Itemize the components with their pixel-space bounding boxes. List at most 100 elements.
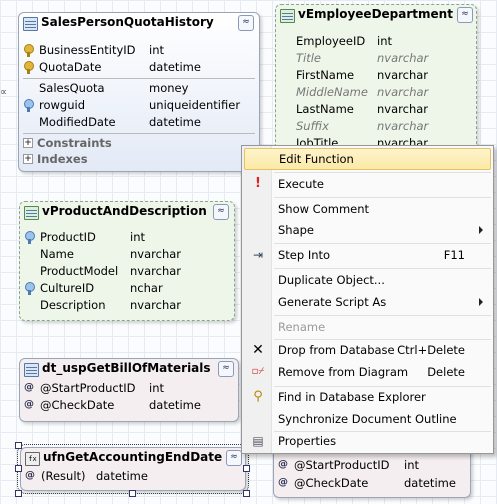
menu-item-synchronize-document-outline[interactable]: Synchronize Document Outline — [244, 409, 491, 429]
resize-handle[interactable] — [129, 490, 136, 497]
menu-item-drop-from-database[interactable]: ✕ Drop from Database Ctrl+Delete — [244, 340, 491, 360]
column-name: MiddleName — [296, 85, 368, 99]
column-name: rowguid — [39, 98, 85, 112]
column-row[interactable]: Title nvarchar — [276, 50, 476, 67]
menu-item-find-in-database-explorer[interactable]: ⚲ Find in Database Explorer — [244, 387, 491, 407]
parameter-row[interactable]: @ @StartProductID int — [20, 380, 238, 397]
menu-item-label: Find in Database Explorer — [278, 390, 426, 404]
column-name: CultureID — [40, 281, 95, 295]
resize-handle[interactable] — [15, 490, 22, 497]
column-row[interactable]: ProductModel nvarchar — [20, 263, 234, 280]
column-row[interactable]: Name nvarchar — [20, 246, 234, 263]
menu-item-shortcut: F11 — [443, 248, 465, 262]
column-type: int — [130, 230, 145, 244]
column-name: FirstName — [296, 68, 355, 82]
column-type: nvarchar — [377, 85, 429, 99]
menu-item-label: Generate Script As — [278, 295, 387, 309]
column-row[interactable]: EmployeeID int — [276, 33, 476, 50]
column-row[interactable]: Suffix nvarchar — [276, 118, 476, 135]
menu-item-label: Execute — [278, 177, 324, 191]
menu-separator — [274, 315, 491, 316]
menu-item-generate-script-as[interactable]: Generate Script As — [244, 292, 491, 312]
entity-header[interactable]: fx ufnGetAccountingEndDate ≈ — [21, 448, 245, 468]
column-row[interactable]: QuotaDate datetime — [19, 59, 259, 76]
entity-title: ufnGetAccountingEndDate — [43, 450, 223, 464]
find-icon: ⚲ — [253, 389, 263, 404]
parameter-row[interactable]: @ @CheckDate datetime — [274, 475, 470, 492]
resize-handle[interactable] — [243, 490, 250, 497]
collapse-button[interactable]: ≈ — [218, 361, 234, 377]
entity-header[interactable]: vProductAndDescription ≈ — [20, 202, 234, 222]
menu-item-step-into[interactable]: ⇥ Step Into F11 — [244, 245, 491, 265]
collapse-button[interactable]: ≈ — [213, 204, 229, 220]
parameter-icon: @ — [278, 459, 288, 470]
column-type: nvarchar — [130, 298, 182, 312]
collapse-button[interactable]: ≈ — [226, 450, 242, 466]
entity-header[interactable]: vEmployeeDepartment ≈ — [276, 5, 476, 25]
column-row[interactable]: MiddleName nvarchar — [276, 84, 476, 101]
menu-separator — [274, 243, 491, 244]
column-row[interactable]: CultureID nchar — [20, 280, 234, 297]
submenu-arrow-icon — [479, 226, 483, 234]
column-row[interactable]: rowguid uniqueidentifier — [19, 97, 259, 114]
entity-header[interactable]: SalesPersonQuotaHistory ≈ — [19, 13, 259, 33]
menu-item-properties[interactable]: ▤ Properties — [244, 431, 491, 451]
parameter-row[interactable]: @ @CheckDate datetime — [20, 397, 238, 414]
view-icon — [280, 9, 295, 23]
column-row[interactable]: BusinessEntityID int — [19, 42, 259, 59]
expand-icon: + — [23, 138, 33, 148]
exclamation-icon: ! — [255, 176, 261, 191]
column-type: datetime — [149, 60, 201, 74]
column-row[interactable]: ModifiedDate datetime — [19, 114, 259, 131]
remove-diagram-icon: ▫⌿ — [251, 366, 265, 377]
primary-key-icon — [24, 44, 34, 57]
menu-item-label: Remove from Diagram — [278, 365, 409, 379]
parameter-name: (Result) — [41, 469, 86, 483]
step-into-icon: ⇥ — [252, 248, 264, 262]
column-name: ProductModel — [40, 264, 119, 278]
column-row[interactable]: Description nvarchar — [20, 297, 234, 314]
primary-key-icon — [24, 61, 34, 74]
menu-item-remove-from-diagram[interactable]: ▫⌿ Remove from Diagram Delete — [244, 362, 491, 382]
column-row[interactable]: SalesQuota money — [19, 80, 259, 97]
column-name: Title — [296, 51, 321, 65]
entity-header[interactable]: dt_uspGetBillOfMaterials ≈ — [20, 359, 238, 379]
menu-item-label: Edit Function — [279, 152, 354, 166]
entity-ufngetaccountingenddate[interactable]: fx ufnGetAccountingEndDate ≈ @ (Result) … — [17, 444, 249, 494]
column-name: SalesQuota — [39, 81, 105, 95]
column-row[interactable]: LastName nvarchar — [276, 101, 476, 118]
parameter-icon: @ — [25, 470, 35, 481]
key-icon — [25, 231, 35, 244]
parameter-name: @StartProductID — [40, 381, 136, 395]
menu-item-shape[interactable]: Shape — [244, 220, 491, 240]
menu-item-execute[interactable]: ! Execute — [244, 174, 491, 194]
menu-item-rename[interactable]: Rename — [244, 317, 491, 337]
entity-dt-uspgetbillofmaterials[interactable]: dt_uspGetBillOfMaterials ≈ @ @StartProdu… — [19, 358, 239, 422]
column-row[interactable]: ProductID int — [20, 229, 234, 246]
collapse-button[interactable]: ≈ — [457, 7, 473, 23]
x-icon: ✕ — [252, 342, 264, 358]
column-type: nvarchar — [377, 51, 429, 65]
parameter-row[interactable]: @ (Result) datetime — [21, 468, 245, 485]
collapse-button[interactable]: ≈ — [238, 15, 254, 31]
resize-handle[interactable] — [15, 442, 22, 449]
menu-item-duplicate-object[interactable]: Duplicate Object... — [244, 270, 491, 290]
entity-salespersonquotahistory[interactable]: SalesPersonQuotaHistory ≈ BusinessEntity… — [18, 12, 260, 172]
entity-vproductanddescription[interactable]: vProductAndDescription ≈ ProductID int N… — [19, 201, 235, 321]
resize-handle[interactable] — [243, 465, 250, 472]
parameter-type: int — [149, 381, 164, 395]
parameter-row[interactable]: @ @StartProductID int — [274, 457, 470, 474]
parameter-type: datetime — [404, 476, 456, 490]
menu-item-edit-function[interactable]: Edit Function — [244, 148, 491, 170]
resize-handle[interactable] — [15, 465, 22, 472]
column-row[interactable]: FirstName nvarchar — [276, 67, 476, 84]
column-type: money — [149, 81, 189, 95]
section-label: Constraints — [37, 136, 112, 150]
menu-item-label: Shape — [278, 223, 315, 237]
table-icon — [23, 17, 38, 31]
context-menu[interactable]: Edit Function ! Execute Show Comment Sha… — [241, 145, 494, 454]
entity-vemployeedepartment[interactable]: vEmployeeDepartment ≈ EmployeeID int Tit… — [275, 4, 477, 156]
key-icon — [25, 282, 35, 295]
menu-item-show-comment[interactable]: Show Comment — [244, 199, 491, 219]
diagram-canvas[interactable]: ∝ SalesPersonQuotaHistory ≈ BusinessEnti… — [0, 0, 497, 504]
